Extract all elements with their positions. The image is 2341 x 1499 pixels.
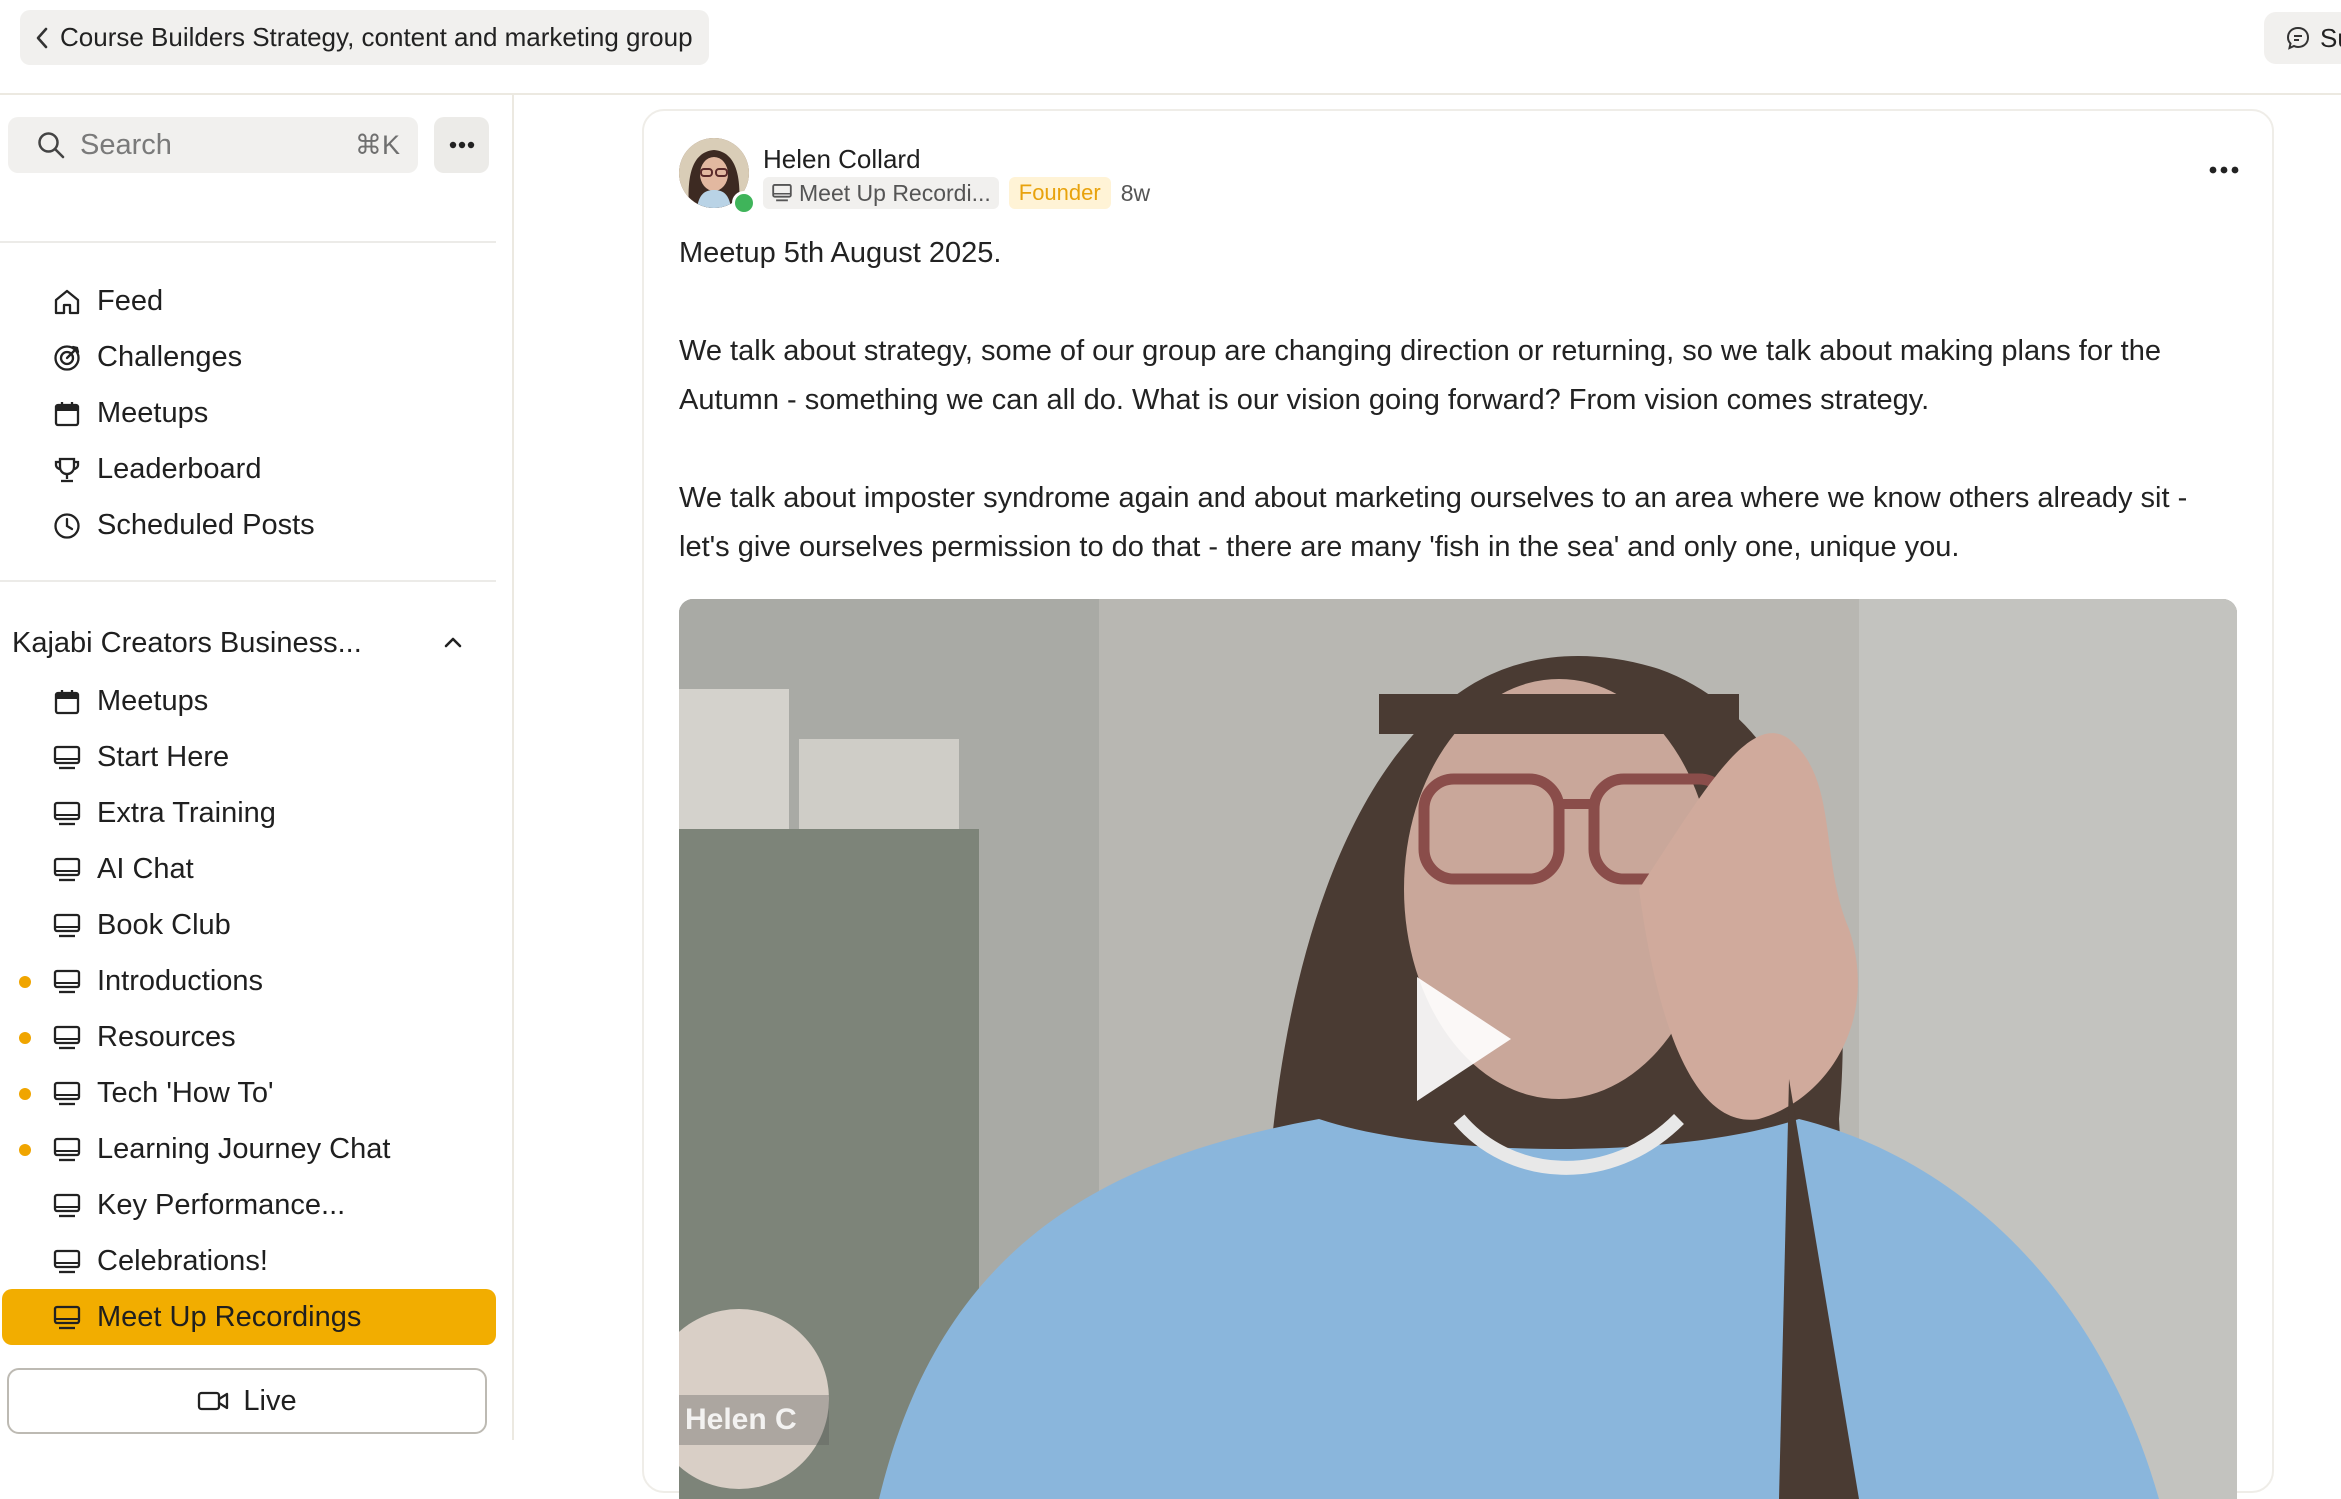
- more-horizontal-icon: [449, 141, 475, 149]
- post-paragraph: We talk about imposter syndrome again an…: [679, 482, 2188, 563]
- monitor-icon: [52, 1079, 82, 1109]
- sidebar-item-label: AI Chat: [97, 852, 194, 885]
- post-author-name[interactable]: Helen Collard: [763, 144, 921, 175]
- sidebar-item-label: Start Here: [97, 740, 230, 773]
- search-input[interactable]: Search ⌘K: [8, 117, 418, 173]
- monitor-icon: [52, 911, 82, 941]
- back-button-label: Course Builders Strategy, content and ma…: [60, 22, 693, 52]
- search-placeholder: Search: [80, 128, 172, 161]
- monitor-icon: [52, 1191, 82, 1221]
- sidebar-divider: [0, 241, 496, 243]
- post-paragraph: Meetup 5th August 2025.: [679, 237, 1002, 269]
- sidebar-item-label: Challenges: [97, 340, 243, 373]
- sidebar-item-leaderboard[interactable]: Leaderboard: [0, 441, 496, 497]
- sidebar-item-label: Scheduled Posts: [97, 508, 315, 541]
- sidebar-item-scheduled-posts[interactable]: Scheduled Posts: [0, 497, 496, 553]
- sidebar-item-ai-chat[interactable]: AI Chat: [0, 841, 496, 897]
- live-button-label: Live: [243, 1384, 297, 1417]
- target-icon: [52, 343, 82, 373]
- sidebar-item-start-here[interactable]: Start Here: [0, 729, 496, 785]
- play-icon[interactable]: [1409, 969, 1519, 1109]
- sidebar-more-button[interactable]: [434, 117, 489, 173]
- sidebar-item-label: Introductions: [97, 964, 264, 997]
- support-label: Su: [2320, 22, 2341, 53]
- sidebar-item-celebrations[interactable]: Celebrations!: [0, 1233, 496, 1289]
- sidebar-item-book-club[interactable]: Book Club: [0, 897, 496, 953]
- sidebar-item-feed[interactable]: Feed: [0, 273, 496, 329]
- space-tag[interactable]: Meet Up Recordi...: [763, 177, 999, 209]
- sidebar-item-extra-training[interactable]: Extra Training: [0, 785, 496, 841]
- sidebar-item-label: Meetups: [97, 396, 209, 429]
- sidebar-item-label: Feed: [97, 284, 164, 317]
- sidebar-item-resources[interactable]: Resources: [0, 1009, 496, 1065]
- unread-dot: [19, 976, 31, 988]
- calendar-icon: [52, 687, 82, 717]
- founder-badge: Founder: [1008, 177, 1111, 209]
- sidebar-item-introductions[interactable]: Introductions: [0, 953, 496, 1009]
- search-shortcut: ⌘K: [354, 129, 400, 160]
- online-status-indicator: [732, 191, 756, 215]
- sidebar-divider: [0, 580, 496, 582]
- chat-bubble-icon: [2284, 24, 2312, 52]
- space-group-title: Kajabi Creators Business...: [12, 626, 362, 659]
- monitor-icon: [52, 967, 82, 997]
- sidebar-item-meetups[interactable]: Meetups: [0, 385, 496, 441]
- sidebar-item-label: Book Club: [97, 908, 231, 941]
- sidebar-item-label: Resources: [97, 1020, 236, 1053]
- chevron-left-icon: [34, 26, 50, 50]
- back-to-group-button[interactable]: Course Builders Strategy, content and ma…: [20, 10, 709, 65]
- clock-icon: [52, 511, 82, 541]
- unread-dot: [19, 1088, 31, 1100]
- chevron-up-icon[interactable]: [440, 629, 466, 655]
- monitor-icon: [771, 182, 793, 204]
- post-card: Helen Collard Meet Up Recordi... Founder…: [642, 109, 2274, 1499]
- post-body: Meetup 5th August 2025. We talk about st…: [679, 229, 2239, 621]
- sidebar-item-label: Celebrations!: [97, 1244, 268, 1277]
- monitor-icon: [52, 743, 82, 773]
- calendar-icon: [52, 399, 82, 429]
- sidebar-item-key-performance[interactable]: Key Performance...: [0, 1177, 496, 1233]
- monitor-icon: [52, 1303, 82, 1333]
- monitor-icon: [52, 1023, 82, 1053]
- space-group-header[interactable]: Kajabi Creators Business...: [0, 615, 496, 671]
- post-meta: Meet Up Recordi... Founder 8w: [763, 177, 1150, 209]
- sidebar-item-label: Tech 'How To': [97, 1076, 274, 1109]
- live-button[interactable]: Live: [7, 1368, 487, 1434]
- search-icon: [36, 130, 66, 160]
- video-player[interactable]: Helen C: [679, 599, 2237, 1499]
- video-camera-icon: [197, 1389, 229, 1413]
- trophy-icon: [52, 455, 82, 485]
- sidebar-item-learning-journey-chat[interactable]: Learning Journey Chat: [0, 1121, 496, 1177]
- top-bar: Course Builders Strategy, content and ma…: [0, 0, 2341, 95]
- unread-dot: [19, 1032, 31, 1044]
- sidebar-item-challenges[interactable]: Challenges: [0, 329, 496, 385]
- sidebar-item-label: Extra Training: [97, 796, 276, 829]
- sidebar-item-label: Meet Up Recordings: [97, 1300, 362, 1333]
- sidebar-item-label: Learning Journey Chat: [97, 1132, 391, 1165]
- home-icon: [52, 287, 82, 317]
- more-horizontal-icon: [2209, 166, 2239, 174]
- monitor-icon: [52, 855, 82, 885]
- post-timestamp: 8w: [1120, 179, 1151, 206]
- support-chat-button[interactable]: Su: [2264, 12, 2341, 64]
- sidebar-item-meetups[interactable]: Meetups: [0, 673, 496, 729]
- post-paragraph: We talk about strategy, some of our grou…: [679, 335, 2161, 416]
- unread-dot: [19, 1144, 31, 1156]
- sidebar-item-label: Meetups: [97, 684, 209, 717]
- monitor-icon: [52, 1247, 82, 1277]
- post-options-button[interactable]: [2209, 166, 2239, 174]
- sidebar-item-meet-up-recordings[interactable]: Meet Up Recordings: [2, 1289, 496, 1345]
- monitor-icon: [52, 1135, 82, 1165]
- monitor-icon: [52, 799, 82, 829]
- space-tag-label: Meet Up Recordi...: [799, 179, 991, 206]
- sidebar-item-tech-how-to[interactable]: Tech 'How To': [0, 1065, 496, 1121]
- sidebar-item-label: Key Performance...: [97, 1188, 346, 1221]
- sidebar-item-label: Leaderboard: [97, 452, 262, 485]
- sidebar: Search ⌘K Feed Challenges Meetups Leader…: [0, 95, 514, 1440]
- video-participant-name: Helen C: [679, 1395, 829, 1445]
